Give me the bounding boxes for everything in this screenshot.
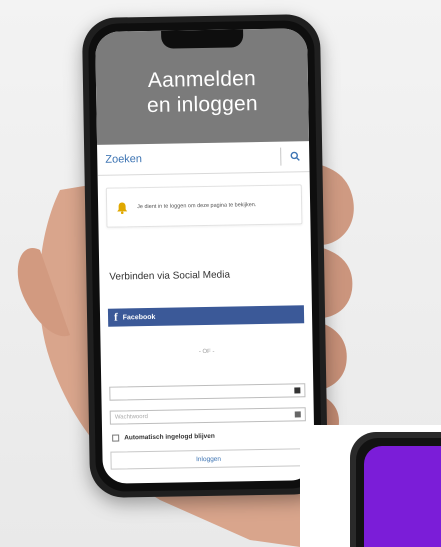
notice-text: Je dient in te loggen om deze pagina te … xyxy=(137,201,257,210)
bell-icon xyxy=(107,201,137,215)
second-phone-screen xyxy=(364,446,441,547)
search-button[interactable] xyxy=(281,151,309,161)
username-value xyxy=(114,390,294,393)
login-notice: Je dient in te loggen om deze pagina te … xyxy=(105,184,303,228)
or-separator: - OF - xyxy=(198,348,215,356)
remember-me[interactable]: Automatisch ingelogd blijven xyxy=(112,431,314,442)
search-icon xyxy=(290,151,300,161)
social-title: Verbinden via Social Media xyxy=(109,269,231,283)
phone-device: Aanmelden en inloggen Zoeken Je dient in… xyxy=(81,13,329,499)
remember-label: Automatisch ingelogd blijven xyxy=(124,432,215,442)
remember-checkbox[interactable] xyxy=(112,434,120,442)
password-placeholder: Wachtwoord xyxy=(114,414,148,421)
facebook-label: Facebook xyxy=(122,313,156,321)
phone-screen: Aanmelden en inloggen Zoeken Je dient in… xyxy=(95,28,315,484)
phone-notch xyxy=(161,29,244,49)
search-bar[interactable]: Zoeken xyxy=(97,141,310,176)
username-field[interactable] xyxy=(109,383,306,401)
page-title-line2: en inloggen xyxy=(146,91,258,117)
second-phone-device xyxy=(350,432,441,547)
photo-scene: Aanmelden en inloggen Zoeken Je dient in… xyxy=(0,0,441,547)
facebook-button[interactable]: f Facebook xyxy=(107,305,305,327)
password-field[interactable]: Wachtwoord xyxy=(109,407,306,425)
user-icon xyxy=(294,387,301,394)
facebook-icon: f xyxy=(113,311,118,324)
search-input[interactable]: Zoeken xyxy=(97,151,280,166)
page-title-line1: Aanmelden xyxy=(147,66,257,92)
lock-icon xyxy=(294,411,301,418)
login-button[interactable]: Inloggen xyxy=(110,448,307,470)
